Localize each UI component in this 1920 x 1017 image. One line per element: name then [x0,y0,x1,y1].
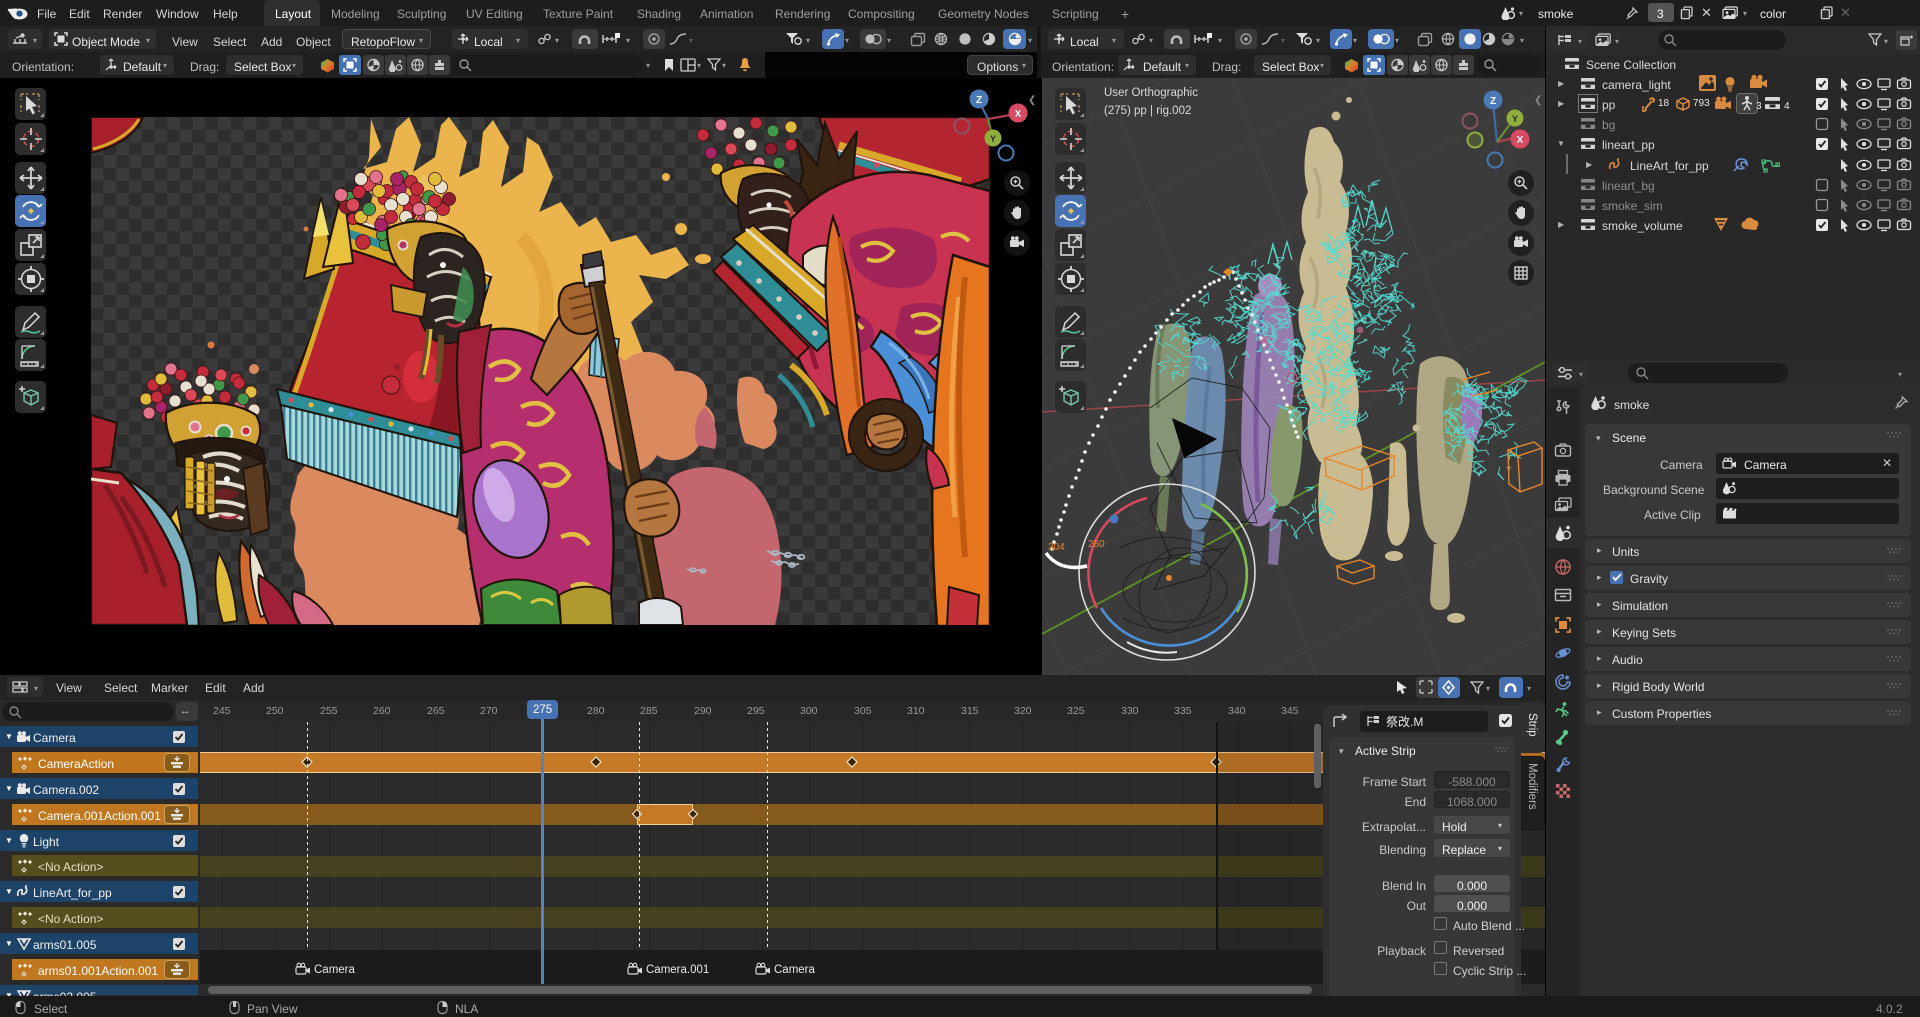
svg-text:X: X [1015,109,1022,120]
svg-text:Z: Z [1490,96,1496,107]
svg-text:Y: Y [990,134,996,144]
svg-text:280: 280 [1088,539,1105,550]
svg-text:Y: Y [1512,114,1518,124]
svg-text:304: 304 [1048,542,1065,553]
svg-text:X: X [1517,135,1524,146]
svg-text:Z: Z [976,95,982,106]
